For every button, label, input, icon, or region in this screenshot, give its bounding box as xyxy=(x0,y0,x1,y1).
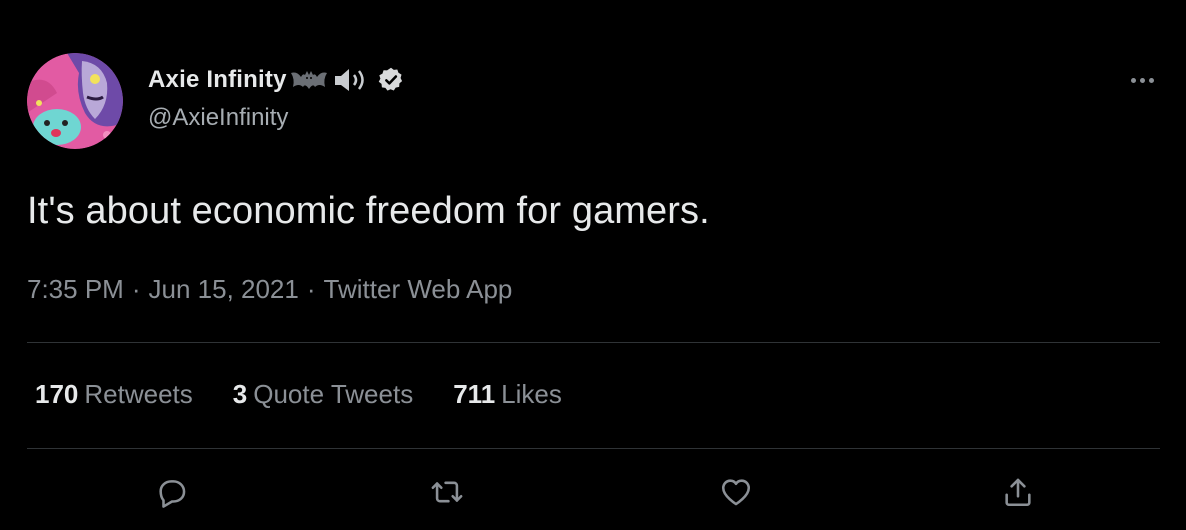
tweet-text: It's about economic freedom for gamers. xyxy=(27,190,710,232)
tweet-meta: 7:35 PM · Jun 15, 2021 · Twitter Web App xyxy=(27,274,512,305)
likes-label: Likes xyxy=(501,379,562,409)
tweet-date[interactable]: Jun 15, 2021 xyxy=(149,274,299,305)
tweet-source[interactable]: Twitter Web App xyxy=(324,274,513,305)
tweet-actions xyxy=(0,470,1186,520)
likes-count: 711 xyxy=(453,379,496,409)
avatar[interactable] xyxy=(27,53,123,149)
author-handle[interactable]: @AxieInfinity xyxy=(148,104,288,132)
divider xyxy=(27,448,1160,449)
more-dot xyxy=(1148,77,1154,83)
axie-avatar-icon xyxy=(27,53,123,149)
retweet-icon[interactable] xyxy=(425,470,469,514)
tweet-stats: 170 Retweets 3 Quote Tweets 711 Likes xyxy=(35,379,602,410)
retweets-count: 170 xyxy=(35,379,79,409)
display-name[interactable]: Axie Infinity xyxy=(148,66,287,94)
share-icon[interactable] xyxy=(996,470,1040,514)
bat-emoji-icon xyxy=(289,67,329,93)
quote-tweets-count: 3 xyxy=(232,379,248,409)
retweets-stat[interactable]: 170 Retweets xyxy=(35,379,193,410)
quote-tweets-stat[interactable]: 3 Quote Tweets xyxy=(233,379,413,410)
more-options-icon[interactable] xyxy=(1122,66,1162,94)
speaker-emoji-icon xyxy=(331,67,371,93)
quote-tweets-label: Quote Tweets xyxy=(253,379,414,409)
more-dot xyxy=(1130,77,1136,83)
meta-separator: · xyxy=(131,274,141,304)
more-dot xyxy=(1139,77,1145,83)
divider xyxy=(27,342,1160,343)
verified-badge-icon xyxy=(377,66,405,94)
reply-icon[interactable] xyxy=(150,470,194,514)
author-name-row: Axie Infinity xyxy=(148,63,405,97)
likes-stat[interactable]: 711 Likes xyxy=(453,379,562,410)
like-icon[interactable] xyxy=(714,470,758,514)
retweets-label: Retweets xyxy=(84,379,193,409)
tweet-time[interactable]: 7:35 PM xyxy=(27,274,124,305)
meta-separator: · xyxy=(306,274,316,304)
